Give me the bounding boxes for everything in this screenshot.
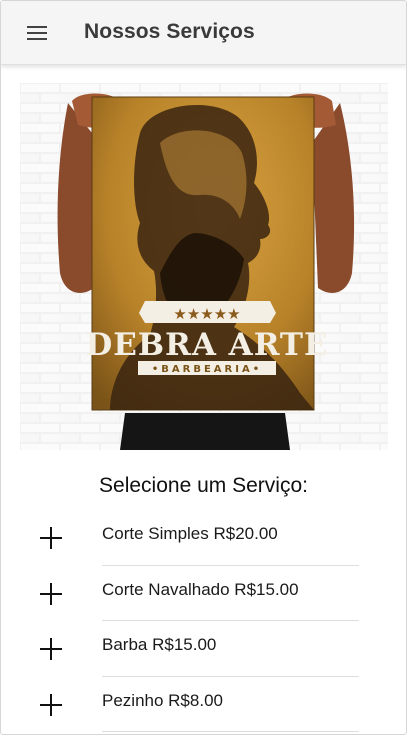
page-title: Nossos Serviços xyxy=(84,20,255,43)
service-label: Corte Simples R$20.00 xyxy=(102,524,278,543)
service-item-pezinho[interactable]: Pezinho R$8.00 xyxy=(1,677,406,732)
services-heading: Selecione um Serviço: xyxy=(99,474,308,497)
service-label: Corte Navalhado R$15.00 xyxy=(102,579,299,599)
service-item-corte-navalhado[interactable]: Corte Navalhado R$15.00 xyxy=(1,566,406,621)
plus-icon[interactable] xyxy=(40,693,62,716)
plus-icon[interactable] xyxy=(40,582,62,605)
service-item-corte-simples[interactable]: Corte Simples R$20.00 xyxy=(1,510,406,566)
app-bar: Nossos Serviços xyxy=(1,1,406,65)
service-item-barba[interactable]: Barba R$15.00 xyxy=(1,621,406,677)
hamburger-menu-icon[interactable] xyxy=(25,23,49,43)
logo-name: DEBRA ARTE xyxy=(85,327,328,363)
barbershop-poster-image: ★★★★★ DEBRA ARTE •BARBEARIA• xyxy=(20,83,388,450)
logo-stars: ★★★★★ xyxy=(173,305,240,323)
divider xyxy=(102,731,359,732)
logo-tagline: •BARBEARIA• xyxy=(152,364,262,375)
plus-icon[interactable] xyxy=(40,638,62,660)
service-label: Barba R$15.00 xyxy=(102,635,217,654)
service-label: Pezinho R$8.00 xyxy=(102,690,223,710)
plus-icon[interactable] xyxy=(40,527,62,549)
app-screen: Nossos Serviços ★★★★★ DEBRA ARTE •BARBEA… xyxy=(0,0,407,735)
services-list: Corte Simples R$20.00 Corte Navalhado R$… xyxy=(1,510,406,732)
